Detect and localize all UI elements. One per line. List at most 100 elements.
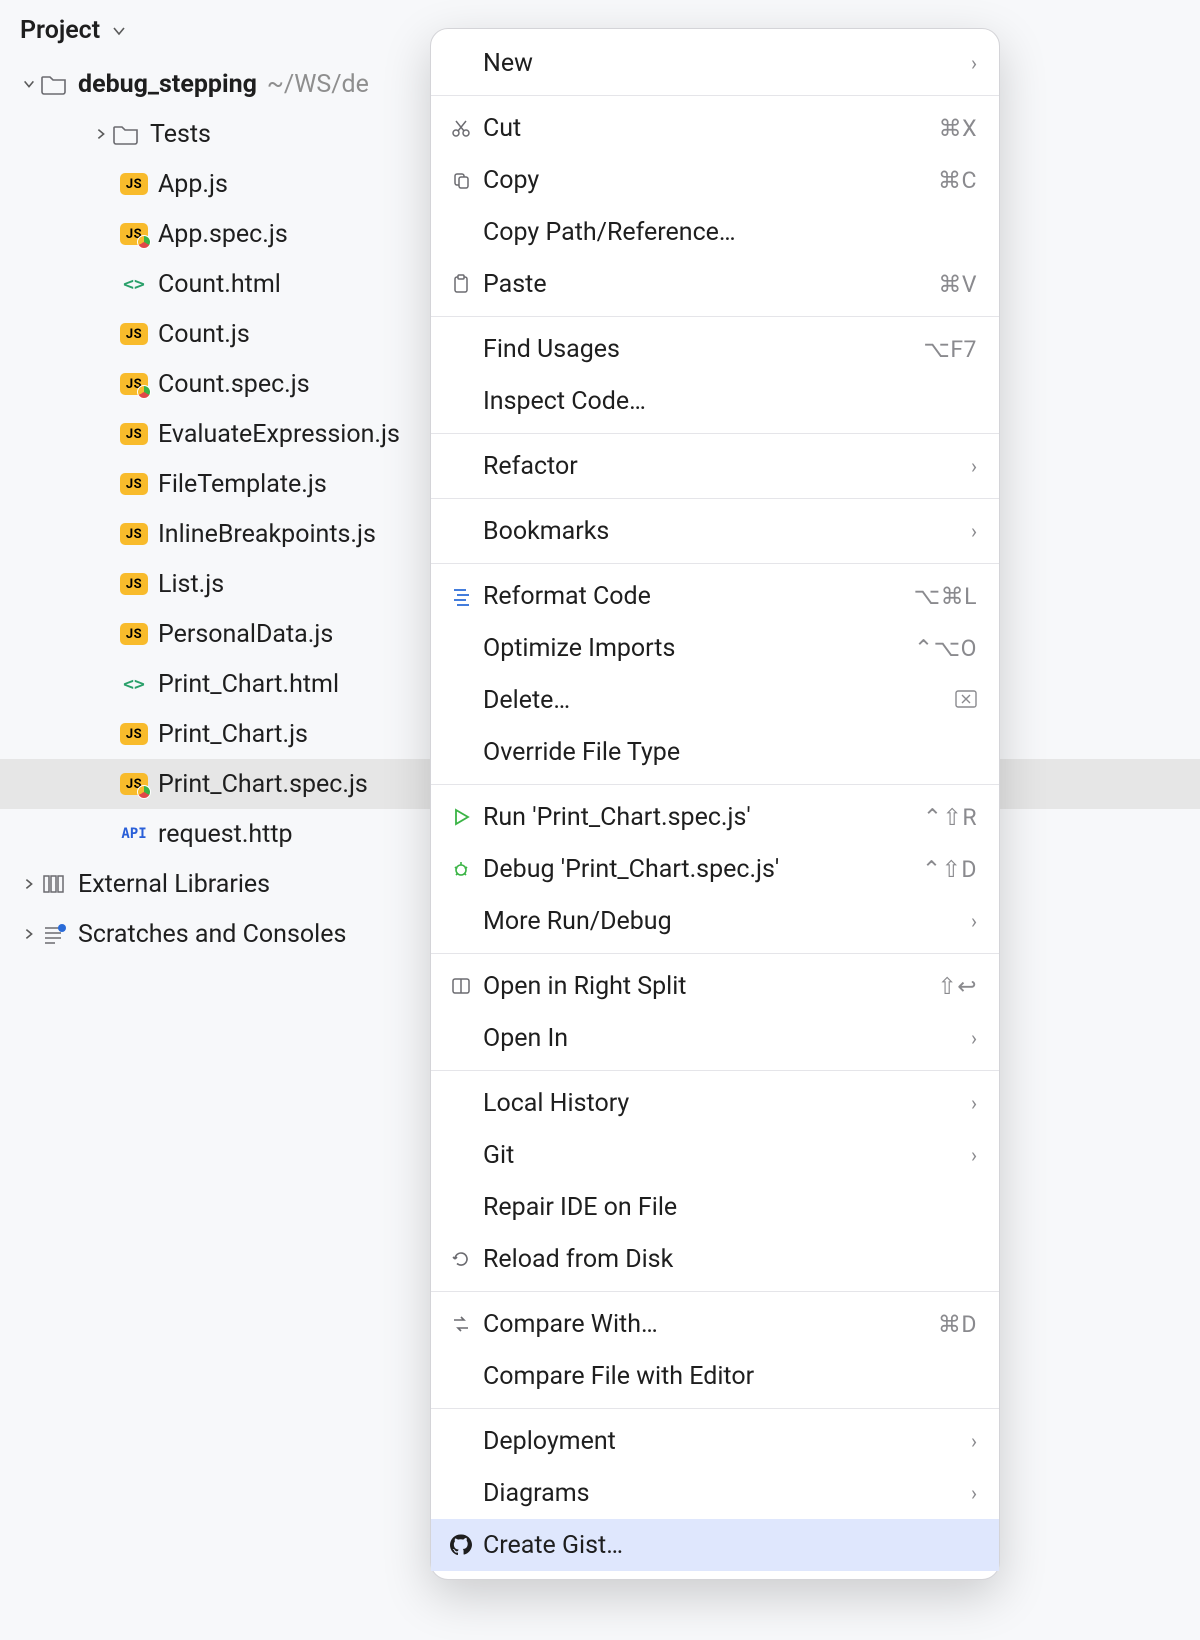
menu-divider [431, 95, 999, 96]
shortcut: ⌥F7 [923, 336, 977, 363]
menu-divider [431, 1070, 999, 1071]
tree-item-label: EvaluateExpression.js [158, 420, 400, 449]
js-file-icon: JS [120, 170, 148, 198]
api-file-icon: API [120, 820, 148, 848]
menu-more-run-debug[interactable]: More Run/Debug › [431, 895, 999, 947]
menu-override-file-type[interactable]: Override File Type [431, 726, 999, 778]
chevron-right-icon [18, 877, 40, 891]
shortcut: ⌘X [939, 115, 977, 142]
menu-reload-from-disk[interactable]: Reload from Disk [431, 1233, 999, 1285]
menu-divider [431, 784, 999, 785]
menu-divider [431, 953, 999, 954]
js-file-icon: JS [120, 420, 148, 448]
shortcut: ⌥⌘L [914, 583, 977, 610]
tree-item-label: External Libraries [78, 870, 270, 899]
tree-item-label: PersonalData.js [158, 620, 333, 649]
js-spec-file-icon: JS [120, 770, 148, 798]
menu-paste[interactable]: Paste ⌘V [431, 258, 999, 310]
menu-divider [431, 1408, 999, 1409]
js-file-icon: JS [120, 470, 148, 498]
menu-inspect-code[interactable]: Inspect Code… [431, 375, 999, 427]
menu-divider [431, 316, 999, 317]
reload-icon [445, 1249, 477, 1269]
folder-icon [40, 70, 68, 98]
js-file-icon: JS [120, 620, 148, 648]
menu-optimize-imports[interactable]: Optimize Imports ⌃⌥O [431, 622, 999, 674]
chevron-right-icon: › [971, 51, 977, 75]
project-title: Project [20, 16, 100, 45]
run-icon [445, 807, 477, 827]
shortcut: ⌃⌥O [914, 635, 977, 662]
tree-item-label: Count.js [158, 320, 250, 349]
reformat-icon [445, 586, 477, 606]
shortcut: ⌘D [938, 1311, 977, 1338]
menu-compare-file-editor[interactable]: Compare File with Editor [431, 1350, 999, 1402]
menu-run[interactable]: Run 'Print_Chart.spec.js' ⌃⇧R [431, 791, 999, 843]
shortcut: ⌘V [938, 271, 977, 298]
html-file-icon: <> [120, 670, 148, 698]
menu-find-usages[interactable]: Find Usages ⌥F7 [431, 323, 999, 375]
menu-debug[interactable]: Debug 'Print_Chart.spec.js' ⌃⇧D [431, 843, 999, 895]
tree-item-label: FileTemplate.js [158, 470, 327, 499]
menu-create-gist[interactable]: Create Gist… [431, 1519, 999, 1571]
shortcut: ⌃⇧D [922, 856, 977, 883]
js-file-icon: JS [120, 570, 148, 598]
menu-divider [431, 433, 999, 434]
tree-item-label: Tests [150, 120, 211, 149]
js-file-icon: JS [120, 520, 148, 548]
shortcut: ⌘C [938, 167, 977, 194]
menu-local-history[interactable]: Local History › [431, 1077, 999, 1129]
menu-divider [431, 498, 999, 499]
context-menu: New › Cut ⌘X Copy ⌘C Copy Path/Reference… [430, 28, 1000, 1580]
menu-bookmarks[interactable]: Bookmarks › [431, 505, 999, 557]
js-file-icon: JS [120, 320, 148, 348]
split-icon [445, 976, 477, 996]
menu-compare-with[interactable]: Compare With… ⌘D [431, 1298, 999, 1350]
chevron-right-icon: › [971, 909, 977, 933]
menu-repair-ide[interactable]: Repair IDE on File [431, 1181, 999, 1233]
scratch-icon [40, 920, 68, 948]
menu-deployment[interactable]: Deployment › [431, 1415, 999, 1467]
cut-icon [445, 118, 477, 138]
menu-copy[interactable]: Copy ⌘C [431, 154, 999, 206]
menu-delete[interactable]: Delete… [431, 674, 999, 726]
tree-item-label: List.js [158, 570, 224, 599]
menu-copy-path[interactable]: Copy Path/Reference… [431, 206, 999, 258]
tree-item-label: Print_Chart.js [158, 720, 308, 749]
tree-item-label: request.http [158, 820, 293, 849]
menu-open-in[interactable]: Open In › [431, 1012, 999, 1064]
tree-item-label: App.js [158, 170, 228, 199]
shortcut: ⌃⇧R [923, 804, 977, 831]
chevron-right-icon: › [971, 1143, 977, 1167]
tree-item-label: Count.html [158, 270, 281, 299]
chevron-down-icon [18, 77, 40, 91]
menu-open-right-split[interactable]: Open in Right Split ⇧↩ [431, 960, 999, 1012]
chevron-right-icon [90, 127, 112, 141]
js-file-icon: JS [120, 720, 148, 748]
chevron-right-icon [18, 927, 40, 941]
tree-item-label: Count.spec.js [158, 370, 310, 399]
menu-diagrams[interactable]: Diagrams › [431, 1467, 999, 1519]
tree-item-label: Print_Chart.html [158, 670, 339, 699]
chevron-right-icon: › [971, 1481, 977, 1505]
menu-reformat-code[interactable]: Reformat Code ⌥⌘L [431, 570, 999, 622]
paste-icon [445, 274, 477, 294]
copy-icon [445, 170, 477, 190]
debug-icon [445, 859, 477, 879]
tree-item-label: Scratches and Consoles [78, 920, 346, 949]
chevron-right-icon: › [971, 519, 977, 543]
menu-git[interactable]: Git › [431, 1129, 999, 1181]
chevron-right-icon: › [971, 1091, 977, 1115]
compare-icon [445, 1314, 477, 1334]
folder-icon [112, 120, 140, 148]
menu-divider [431, 563, 999, 564]
chevron-right-icon: › [971, 454, 977, 478]
menu-refactor[interactable]: Refactor › [431, 440, 999, 492]
menu-new[interactable]: New › [431, 37, 999, 89]
menu-divider [431, 1291, 999, 1292]
project-folder-name: debug_stepping [78, 70, 257, 99]
js-spec-file-icon: JS [120, 220, 148, 248]
library-icon [40, 870, 68, 898]
menu-cut[interactable]: Cut ⌘X [431, 102, 999, 154]
tree-item-label: Print_Chart.spec.js [158, 770, 368, 799]
